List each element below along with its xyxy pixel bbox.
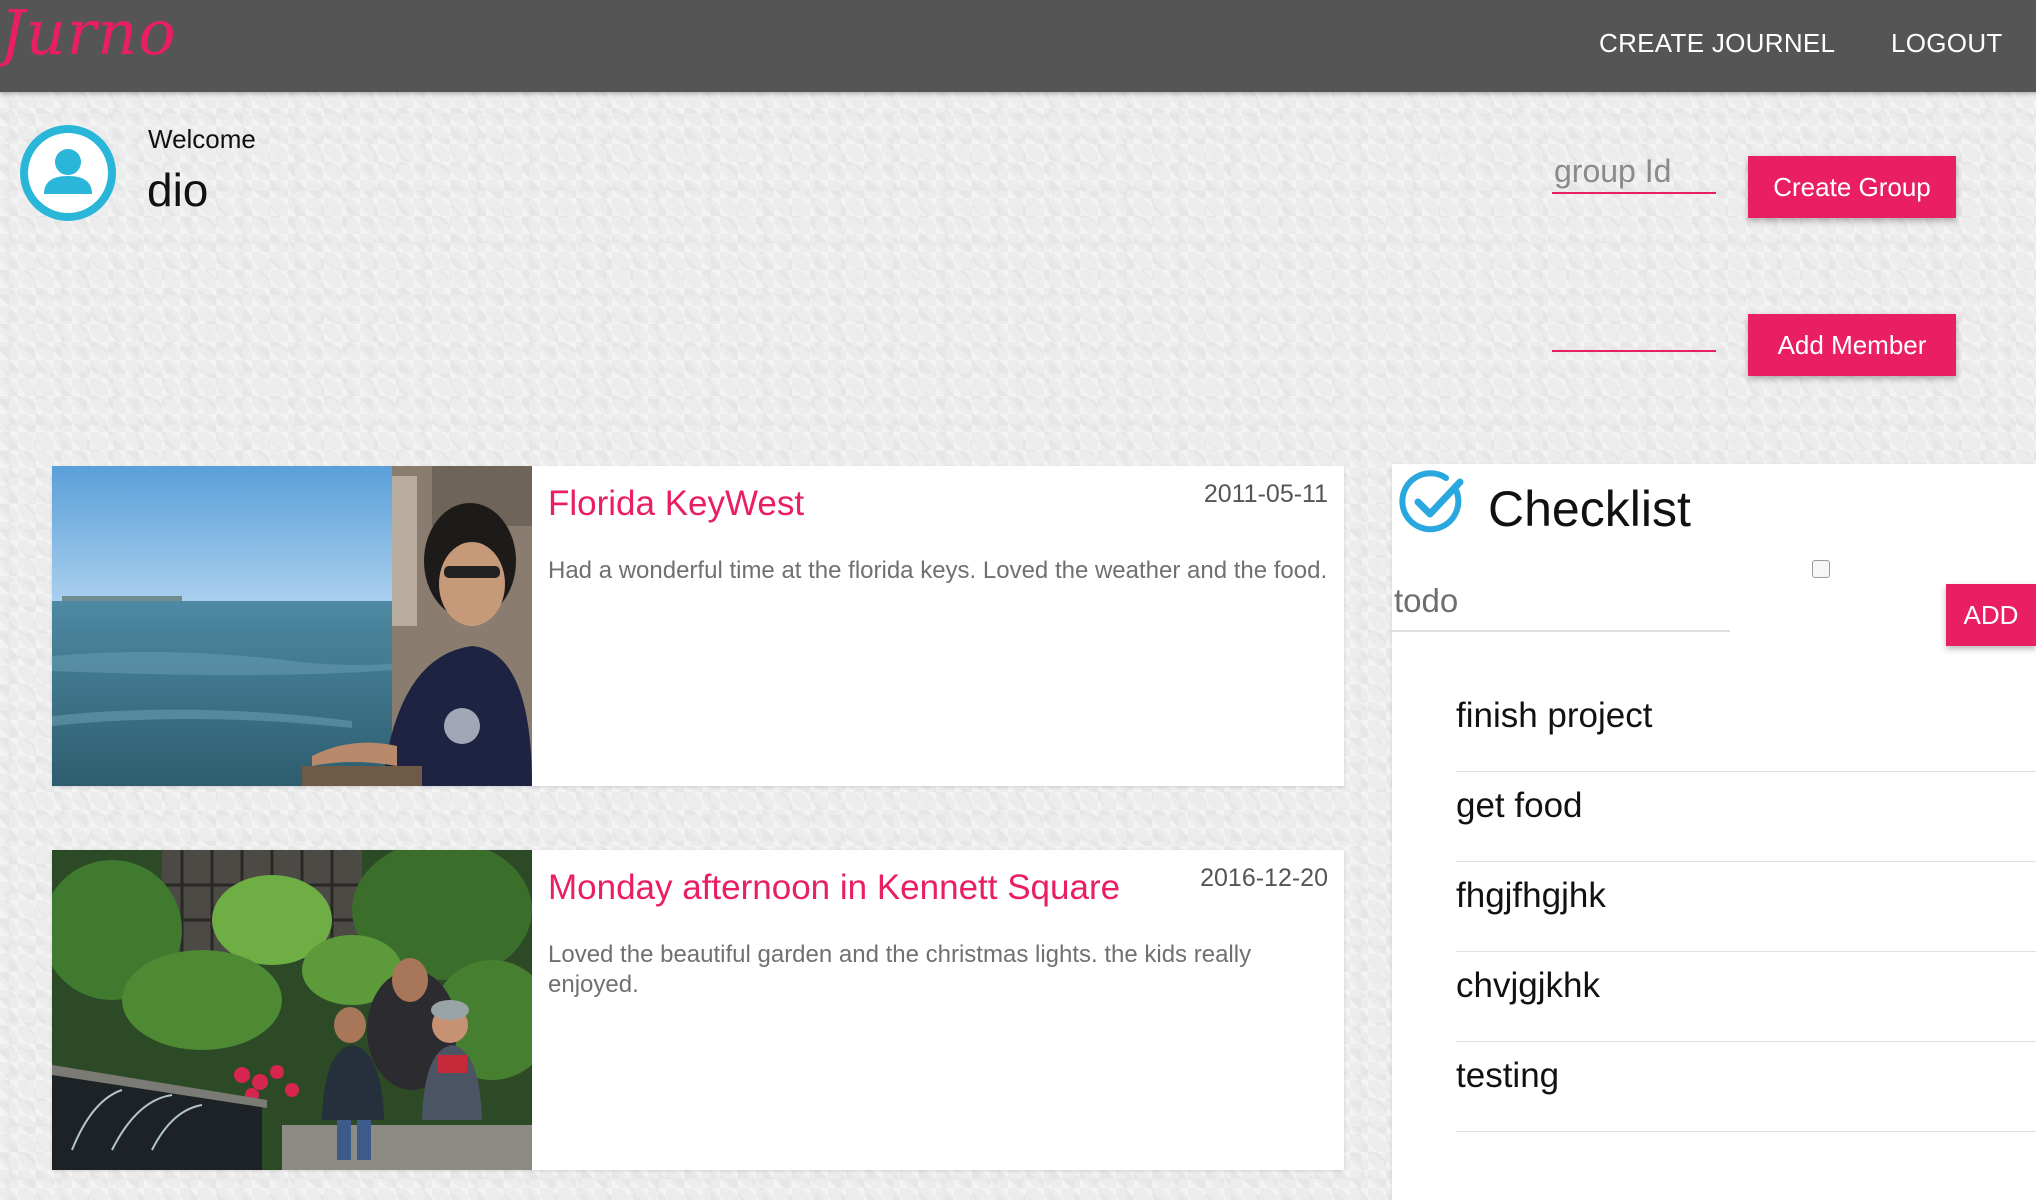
journal-date: 2016-12-20 [1200,864,1328,892]
journal-card[interactable]: Monday afternoon in Kennett Square 2016-… [52,850,1344,1170]
todo-item[interactable]: testing [1456,1042,2036,1132]
todo-list: finish project get food fhgjfhgjhk chvjg… [1456,682,2036,1132]
todo-input[interactable] [1392,572,1730,632]
welcome-username: dio [147,164,209,216]
todo-item[interactable]: finish project [1456,682,2036,772]
group-id-input[interactable] [1552,150,1716,194]
check-circle-icon [1398,468,1468,538]
journal-photo [52,466,532,786]
top-navbar: Jurno CREATE JOURNEL LOGOUT [0,0,2036,92]
brand-logo[interactable]: Jurno [0,0,177,69]
add-member-button[interactable]: Add Member [1748,314,1956,376]
journal-body: Had a wonderful time at the florida keys… [548,557,1328,584]
create-group-button[interactable]: Create Group [1748,156,1956,218]
journal-card[interactable]: Florida KeyWest 2011-05-11 Had a wonderf… [52,466,1344,786]
user-avatar-icon [19,124,117,222]
todo-item[interactable]: get food [1456,772,2036,862]
journal-title[interactable]: Florida KeyWest [548,484,804,524]
journal-title[interactable]: Monday afternoon in Kennett Square [548,868,1120,908]
todo-item[interactable]: fhgjfhgjhk [1456,862,2036,952]
journal-date: 2011-05-11 [1203,480,1328,508]
journal-body: Loved the beautiful garden and the chris… [548,941,1252,998]
journal-photo [52,850,532,1170]
todo-item[interactable]: chvjgjkhk [1456,952,2036,1042]
checklist-panel: Checklist ADD finish project get food fh… [1392,464,2036,1200]
todo-checkbox[interactable] [1812,560,1830,578]
create-journel-link[interactable]: CREATE JOURNEL [1599,28,1835,59]
add-member-input[interactable] [1552,306,1716,352]
logout-link[interactable]: LOGOUT [1891,28,2003,59]
add-todo-button[interactable]: ADD [1946,584,2036,646]
checklist-title: Checklist [1488,481,1691,537]
welcome-label: Welcome [148,124,256,154]
